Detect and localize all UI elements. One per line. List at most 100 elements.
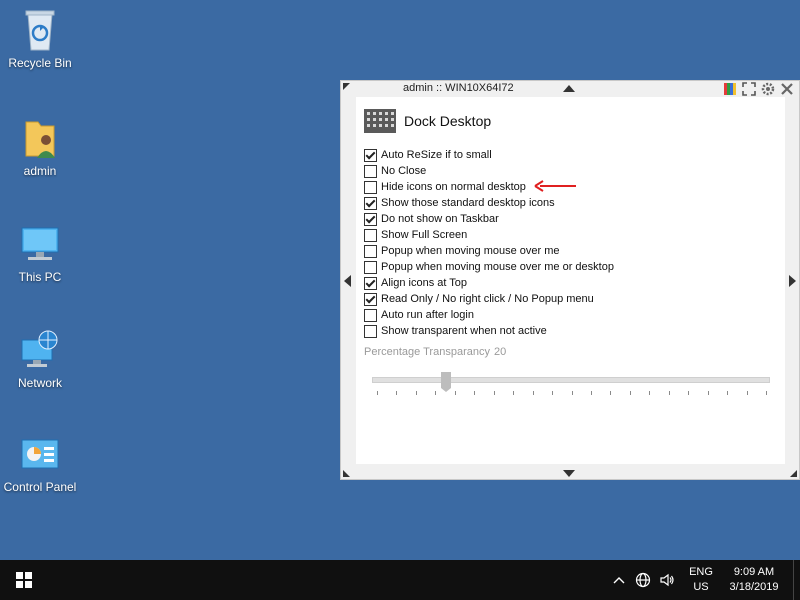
option-auto-resize[interactable]: Auto ReSize if to small	[364, 147, 614, 163]
clock-date: 3/18/2019	[729, 581, 779, 593]
volume-icon[interactable]	[657, 560, 677, 600]
panel-header: Dock Desktop	[364, 109, 491, 133]
resize-corner-bottom-left[interactable]	[343, 470, 350, 477]
option-label: Hide icons on normal desktop	[381, 181, 526, 193]
option-label: Show those standard desktop icons	[381, 197, 555, 209]
dock-right-arrow-icon[interactable]	[789, 275, 796, 287]
option-full-screen[interactable]: Show Full Screen	[364, 227, 614, 243]
gear-icon[interactable]	[760, 81, 776, 97]
checkbox[interactable]	[364, 276, 377, 290]
checkbox[interactable]	[364, 292, 377, 306]
annotation-red-arrow-icon	[534, 180, 576, 192]
slider-tick	[669, 391, 670, 395]
recycle-bin-icon	[25, 10, 55, 51]
language-code: ENG	[689, 566, 713, 578]
dock-left-arrow-icon[interactable]	[344, 275, 351, 287]
checkbox[interactable]	[364, 260, 377, 274]
desktop-icon-label: admin	[23, 164, 57, 178]
transparency-value: 20	[493, 346, 507, 358]
resize-corner-bottom-right[interactable]	[790, 470, 797, 477]
slider-tick	[494, 391, 495, 395]
option-read-only[interactable]: Read Only / No right click / No Popup me…	[364, 291, 614, 307]
slider-tick	[513, 391, 514, 395]
slider-tick	[474, 391, 475, 395]
collapse-down-arrow-icon[interactable]	[563, 470, 575, 477]
this-pc-icon	[21, 227, 59, 260]
taskbar: ENG US 9:09 AM 3/18/2019	[0, 560, 800, 600]
checkbox[interactable]	[364, 244, 377, 258]
slider-ticks	[377, 391, 767, 395]
slider-tick	[610, 391, 611, 395]
option-label: Popup when moving mouse over me or deskt…	[381, 261, 614, 273]
option-auto-run[interactable]: Auto run after login	[364, 307, 614, 323]
control-panel-icon	[21, 439, 59, 469]
option-label: Auto run after login	[381, 309, 474, 321]
option-popup-mouse-over[interactable]: Popup when moving mouse over me	[364, 243, 614, 259]
slider-tick	[591, 391, 592, 395]
slider-tick	[688, 391, 689, 395]
slider-tick	[708, 391, 709, 395]
checkbox[interactable]	[364, 180, 377, 194]
input-language[interactable]: ENG US	[683, 565, 719, 595]
checkbox[interactable]	[364, 308, 377, 322]
network-icon	[21, 330, 58, 367]
desktop-icon-this-pc[interactable]: This PC	[0, 222, 80, 284]
desktop-icon-label: This PC	[18, 270, 62, 284]
clock[interactable]: 9:09 AM 3/18/2019	[723, 565, 785, 595]
option-label: Popup when moving mouse over me	[381, 245, 560, 257]
option-not-on-taskbar[interactable]: Do not show on Taskbar	[364, 211, 614, 227]
dock-desktop-window[interactable]: admin :: WIN10X64I72 Dock Desktop Auto R…	[340, 80, 800, 480]
dock-desktop-logo-icon	[364, 109, 396, 133]
show-desktop-button[interactable]	[793, 560, 800, 600]
close-icon[interactable]	[779, 81, 795, 97]
transparency-label: Percentage Transparancy	[364, 346, 490, 358]
network-globe-icon[interactable]	[633, 560, 653, 600]
slider-tick	[727, 391, 728, 395]
slider-thumb[interactable]	[441, 372, 451, 392]
slider-tick	[747, 391, 748, 395]
clock-time: 9:09 AM	[733, 566, 775, 578]
desktop-icon-label: Recycle Bin	[8, 56, 72, 70]
option-label: Show Full Screen	[381, 229, 468, 241]
option-label: Read Only / No right click / No Popup me…	[381, 293, 594, 305]
checkbox[interactable]	[364, 324, 377, 338]
transparency-slider[interactable]	[372, 372, 770, 392]
option-align-top[interactable]: Align icons at Top	[364, 275, 614, 291]
checkbox[interactable]	[364, 212, 377, 226]
transparency-label-row: Percentage Transparancy 20	[364, 346, 506, 358]
checkbox[interactable]	[364, 228, 377, 242]
slider-tick	[630, 391, 631, 395]
system-tray: ENG US 9:09 AM 3/18/2019	[607, 560, 800, 600]
option-label: Do not show on Taskbar	[381, 213, 499, 225]
slider-tick	[416, 391, 417, 395]
checkbox[interactable]	[364, 196, 377, 210]
desktop-icon-label: Control Panel	[3, 480, 77, 494]
option-transparent-inactive[interactable]: Show transparent when not active	[364, 323, 614, 339]
option-label: Align icons at Top	[381, 277, 468, 289]
desktop-icon-network[interactable]: Network	[0, 328, 80, 390]
checkbox[interactable]	[364, 164, 377, 178]
option-label: No Close	[381, 165, 427, 177]
start-button[interactable]	[0, 560, 48, 600]
option-label: Auto ReSize if to small	[381, 149, 492, 161]
option-label: Show transparent when not active	[381, 325, 547, 337]
desktop-icon-label: Network	[17, 376, 62, 390]
desktop-icon-admin[interactable]: admin	[0, 116, 80, 178]
option-popup-mouse-over-desktop[interactable]: Popup when moving mouse over me or deskt…	[364, 259, 614, 275]
window-title-bar[interactable]: admin :: WIN10X64I72	[341, 81, 799, 97]
collapse-up-arrow-icon[interactable]	[563, 85, 575, 92]
panel-title: Dock Desktop	[404, 113, 492, 129]
slider-tick	[552, 391, 553, 395]
option-no-close[interactable]: No Close	[364, 163, 614, 179]
color-palette-icon[interactable]	[722, 81, 738, 97]
checkbox[interactable]	[364, 148, 377, 162]
option-show-standard-icons[interactable]: Show those standard desktop icons	[364, 195, 614, 211]
slider-tick	[377, 391, 378, 395]
chevron-up-icon[interactable]	[609, 560, 629, 600]
fullscreen-icon[interactable]	[741, 81, 757, 97]
desktop-icon-control-panel[interactable]: Control Panel	[0, 436, 80, 494]
slider-tick	[455, 391, 456, 395]
desktop-icon-recycle-bin[interactable]: Recycle Bin	[0, 8, 80, 70]
options-list: Auto ReSize if to small No Close Hide ic…	[364, 147, 614, 339]
slider-tick	[396, 391, 397, 395]
